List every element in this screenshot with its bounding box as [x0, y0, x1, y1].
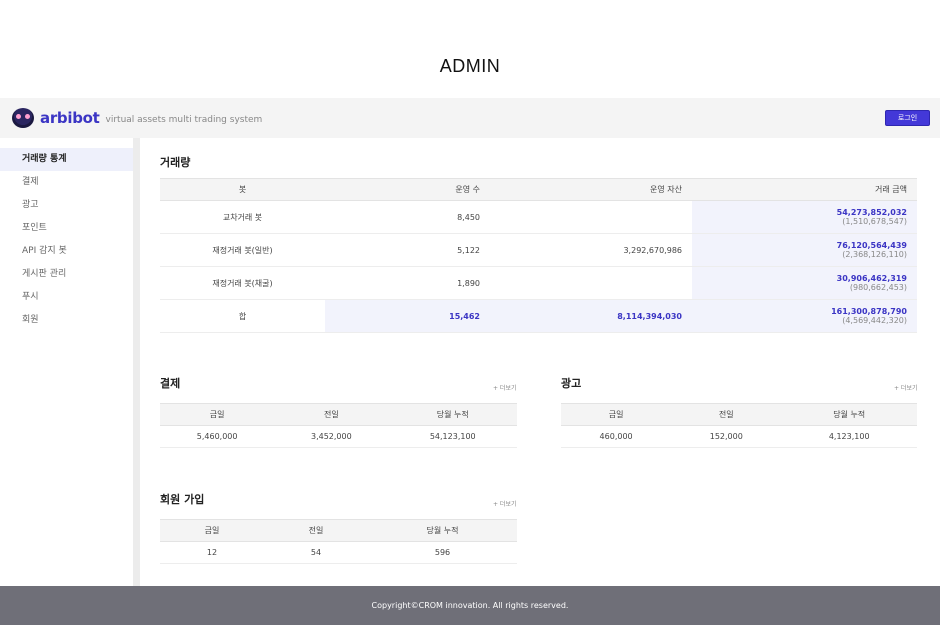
volume-table: 봇 운영 수 운영 자산 거래 금액 교차거래 봇 8,450 54,273,8…	[160, 178, 917, 333]
total-label: 합	[160, 299, 325, 333]
sidebar-item-volume-stats[interactable]: 거래량 통계	[0, 148, 133, 171]
signup-table: 금일 전일 당월 누적 12 54 596	[160, 519, 517, 564]
trade-amount-cell: 54,273,852,032 (1,510,678,547)	[692, 200, 917, 234]
footer: Copyright©CROM innovation. All rights re…	[0, 586, 940, 625]
table-row: 재정거래 봇(채굴) 1,890 30,906,462,319 (980,662…	[160, 266, 917, 300]
sidebar: 거래량 통계 결제 광고 포인트 API 감지 봇 게시판 관리 푸시 회원	[0, 138, 133, 586]
main-content: 거래량 봇 운영 수 운영 자산 거래 금액 교차거래 봇 8,450 54,2…	[140, 138, 940, 586]
month-total-value: 596	[368, 541, 517, 564]
column-header: 거래 금액	[692, 178, 917, 201]
column-header: 금일	[561, 403, 672, 426]
today-value: 5,460,000	[160, 425, 275, 448]
robot-logo-icon	[12, 108, 34, 128]
trade-amount-sub: (1,510,678,547)	[842, 217, 907, 226]
column-header: 전일	[671, 403, 782, 426]
operation-count: 8,450	[325, 200, 490, 234]
ads-table: 금일 전일 당월 누적 460,000 152,000 4,123,100	[561, 403, 917, 448]
column-header: 전일	[274, 403, 389, 426]
table-row: 460,000 152,000 4,123,100	[561, 425, 917, 448]
operation-assets	[490, 266, 692, 300]
top-bar: arbibot virtual assets multi trading sys…	[0, 98, 940, 138]
trade-amount-sub: (980,662,453)	[849, 283, 907, 292]
sidebar-item-push[interactable]: 푸시	[0, 286, 133, 309]
page-banner: ADMIN	[0, 0, 940, 98]
trade-amount-sub: (2,368,126,110)	[842, 250, 907, 259]
column-header: 운영 자산	[490, 178, 692, 201]
table-row: 재정거래 봇(일반) 5,122 3,292,670,986 76,120,56…	[160, 233, 917, 267]
yesterday-value: 152,000	[671, 425, 782, 448]
column-header: 금일	[160, 519, 264, 542]
signup-section-title: 회원 가입	[160, 493, 205, 506]
sidebar-item-points[interactable]: 포인트	[0, 217, 133, 240]
sidebar-item-board[interactable]: 게시판 관리	[0, 263, 133, 286]
operation-assets	[490, 200, 692, 234]
yesterday-value: 3,452,000	[274, 425, 389, 448]
operation-assets: 3,292,670,986	[490, 233, 692, 267]
table-row: 12 54 596	[160, 541, 517, 564]
column-header: 당월 누적	[368, 519, 517, 542]
signup-more-link[interactable]: + 더보기	[493, 499, 517, 508]
table-row: 5,460,000 3,452,000 54,123,100	[160, 425, 517, 448]
operation-count: 5,122	[325, 233, 490, 267]
total-amount: 161,300,878,790	[831, 307, 907, 316]
bot-name: 재정거래 봇(일반)	[160, 233, 325, 267]
ads-more-link[interactable]: + 더보기	[894, 383, 918, 392]
operation-count: 1,890	[325, 266, 490, 300]
column-header: 당월 누적	[781, 403, 917, 426]
trade-amount: 30,906,462,319	[836, 274, 907, 283]
sidebar-item-members[interactable]: 회원	[0, 309, 133, 332]
total-amount-sub: (4,569,442,320)	[842, 316, 907, 325]
total-row: 합 15,462 8,114,394,030 161,300,878,790 (…	[160, 299, 917, 333]
logo[interactable]: arbibot virtual assets multi trading sys…	[12, 106, 262, 130]
table-header-row: 봇 운영 수 운영 자산 거래 금액	[160, 178, 917, 201]
logo-text: arbibot	[40, 109, 100, 127]
page-title: ADMIN	[439, 56, 501, 76]
total-amount-cell: 161,300,878,790 (4,569,442,320)	[692, 299, 917, 333]
trade-amount: 76,120,564,439	[836, 241, 907, 250]
ads-section-title: 광고	[561, 377, 582, 390]
sidebar-item-payment[interactable]: 결제	[0, 171, 133, 194]
trade-amount: 54,273,852,032	[836, 208, 907, 217]
tagline: virtual assets multi trading system	[105, 115, 263, 125]
yesterday-value: 54	[264, 541, 368, 564]
bot-name: 재정거래 봇(채굴)	[160, 266, 325, 300]
column-header: 금일	[160, 403, 275, 426]
payment-section-title: 결제	[160, 377, 181, 390]
column-header: 당월 누적	[388, 403, 517, 426]
sidebar-item-api-bot[interactable]: API 감지 봇	[0, 240, 133, 263]
payment-table: 금일 전일 당월 누적 5,460,000 3,452,000 54,123,1…	[160, 403, 517, 448]
today-value: 460,000	[561, 425, 672, 448]
login-button[interactable]: 로그인	[885, 110, 930, 126]
total-assets: 8,114,394,030	[490, 299, 692, 333]
table-header-row: 금일 전일 당월 누적	[561, 403, 917, 426]
column-header: 봇	[160, 178, 325, 201]
table-header-row: 금일 전일 당월 누적	[160, 519, 517, 542]
column-header: 전일	[264, 519, 368, 542]
month-total-value: 4,123,100	[781, 425, 917, 448]
trade-amount-cell: 30,906,462,319 (980,662,453)	[692, 266, 917, 300]
payment-more-link[interactable]: + 더보기	[493, 383, 517, 392]
sidebar-item-ads[interactable]: 광고	[0, 194, 133, 217]
sidebar-divider	[133, 138, 140, 586]
volume-section-title: 거래량	[160, 156, 191, 169]
month-total-value: 54,123,100	[388, 425, 517, 448]
column-header: 운영 수	[325, 178, 490, 201]
bot-name: 교차거래 봇	[160, 200, 325, 234]
trade-amount-cell: 76,120,564,439 (2,368,126,110)	[692, 233, 917, 267]
table-row: 교차거래 봇 8,450 54,273,852,032 (1,510,678,5…	[160, 200, 917, 234]
table-header-row: 금일 전일 당월 누적	[160, 403, 517, 426]
today-value: 12	[160, 541, 264, 564]
total-count: 15,462	[325, 299, 490, 333]
